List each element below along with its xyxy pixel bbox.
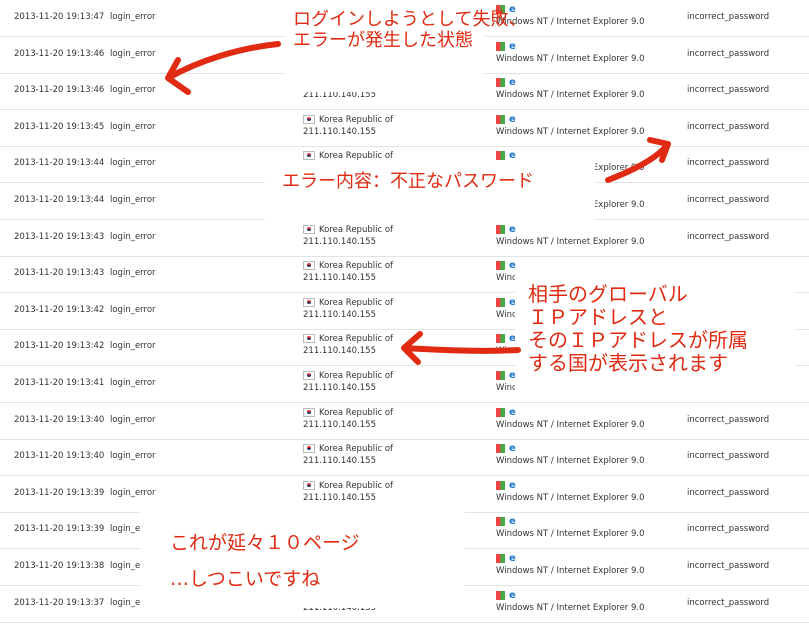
arrow-login-fail (165, 41, 281, 95)
arrow-error-content (605, 137, 671, 183)
annotation-arrows (165, 41, 671, 365)
arrow-global-ip (401, 331, 521, 365)
